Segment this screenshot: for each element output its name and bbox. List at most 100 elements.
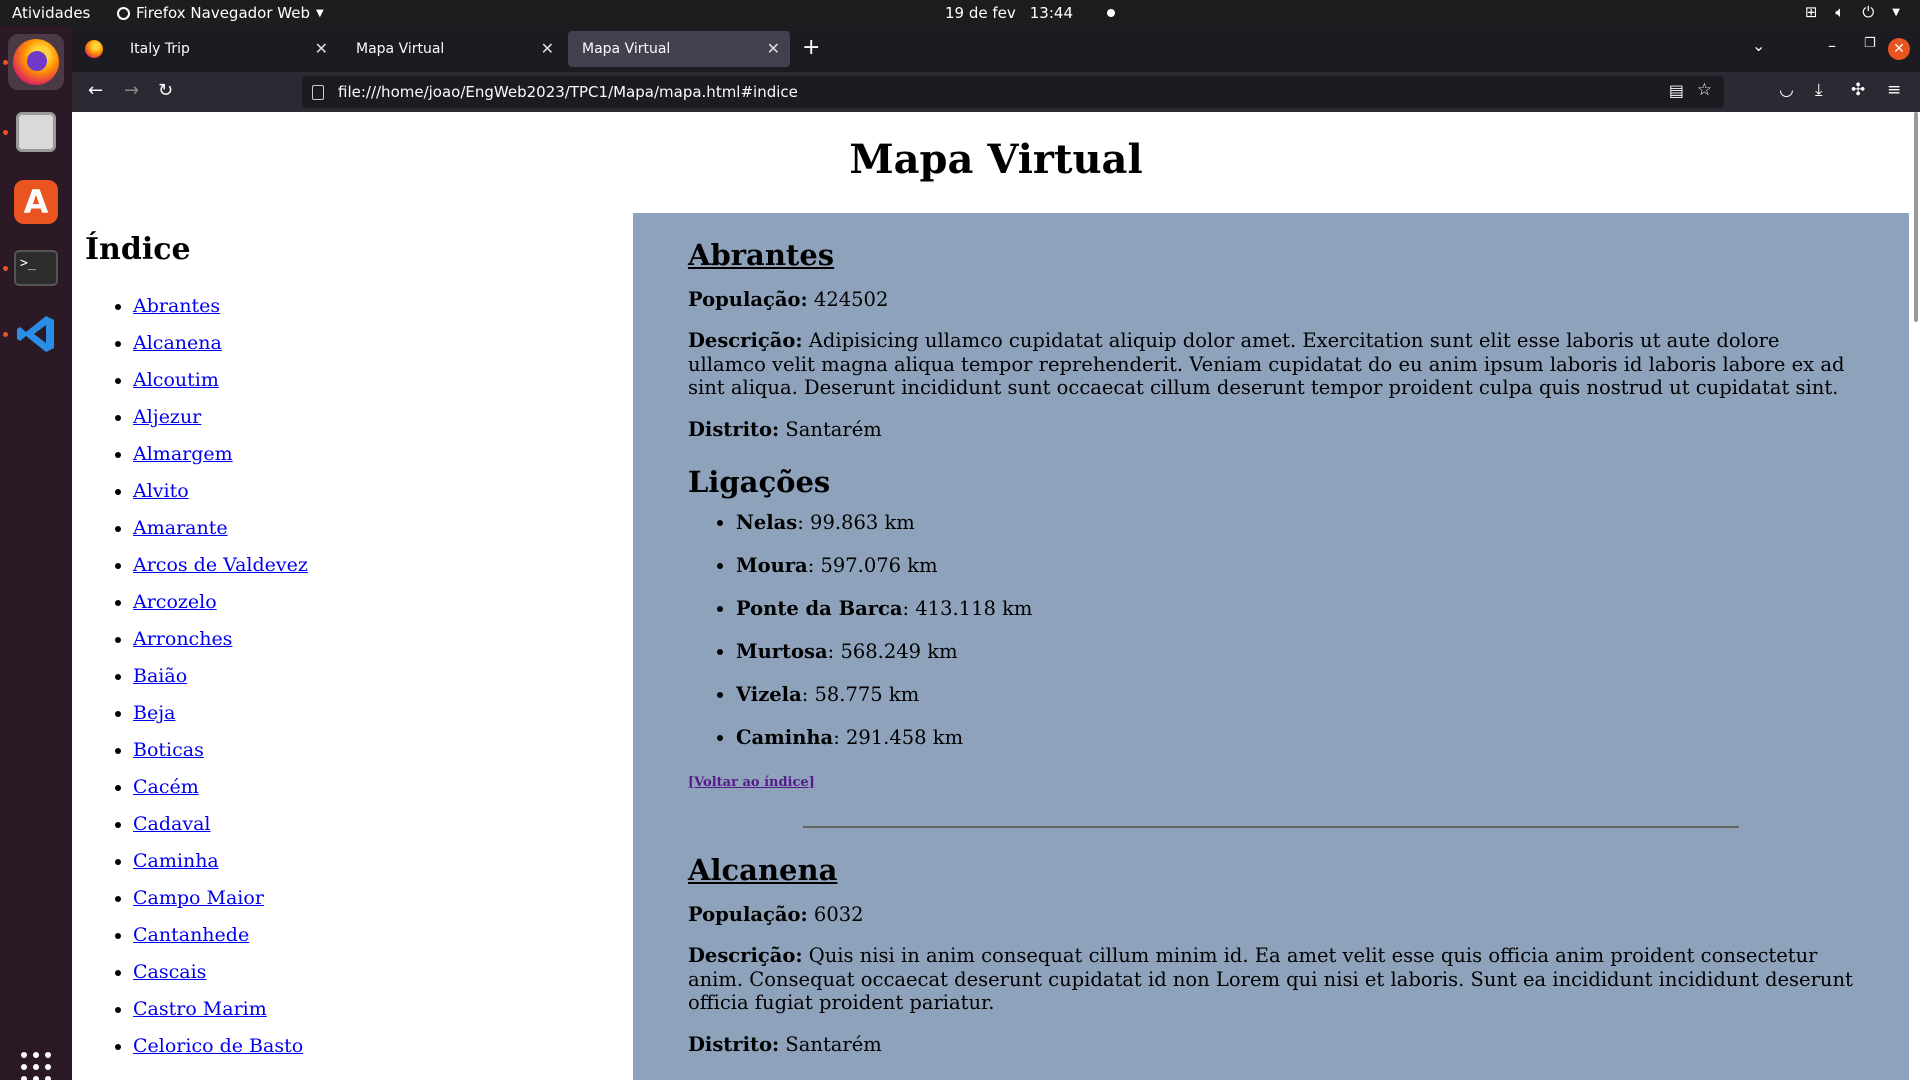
forward-icon[interactable]: → — [124, 80, 139, 101]
connection-distance: : 291.458 km — [833, 725, 964, 749]
index-link[interactable]: Castro Marim — [133, 998, 267, 1020]
reload-icon[interactable]: ↻ — [158, 80, 173, 101]
cities-content: Abrantes População: 424502 Descrição: Ad… — [633, 213, 1909, 1080]
back-to-index-link[interactable]: [Voltar ao índice] — [688, 775, 815, 790]
firefox-view-icon[interactable] — [85, 40, 103, 58]
connection-distance: : 568.249 km — [827, 639, 958, 663]
tab-italy-trip[interactable]: Italy Trip ✕ — [116, 31, 338, 67]
connection-distance: : 597.076 km — [807, 553, 938, 577]
description-label: Descrição: — [688, 944, 803, 968]
bookmark-star-icon[interactable]: ☆ — [1697, 80, 1712, 100]
city-population: População: 6032 — [688, 903, 1854, 926]
dock-terminal[interactable]: >_ — [8, 240, 64, 296]
index-link[interactable]: Cantanhede — [133, 924, 249, 946]
connection-item: Moura: 597.076 km — [736, 554, 1854, 597]
page-icon — [312, 84, 324, 100]
section-divider — [803, 825, 1739, 828]
dock-software[interactable]: A — [8, 174, 64, 230]
index-link[interactable]: Beja — [133, 702, 175, 724]
index-link[interactable]: Alcanena — [133, 332, 222, 354]
index-item: Arcozelo — [133, 591, 645, 628]
downloads-icon[interactable]: ⤓ — [1815, 80, 1823, 100]
index-link[interactable]: Arronches — [133, 628, 232, 650]
close-icon[interactable]: ✕ — [767, 39, 780, 58]
page-scrollbar[interactable] — [1914, 112, 1918, 322]
index-item: Aljezur — [133, 406, 645, 443]
index-link[interactable]: Amarante — [133, 517, 228, 539]
menu-icon[interactable]: ≡ — [1887, 80, 1901, 100]
url-text[interactable]: file:///home/joao/EngWeb2023/TPC1/Mapa/m… — [338, 83, 798, 101]
city-description: Descrição: Adipisicing ullamco cupidatat… — [688, 329, 1854, 399]
district-label: Distrito: — [688, 1032, 780, 1056]
index-link[interactable]: Boticas — [133, 739, 204, 761]
terminal-icon: >_ — [14, 250, 58, 286]
index-link[interactable]: Almargem — [133, 443, 233, 465]
population-value: 6032 — [813, 902, 864, 926]
index-link[interactable]: Cacém — [133, 776, 199, 798]
index-link[interactable]: Cascais — [133, 961, 206, 983]
dock-files[interactable] — [8, 104, 64, 160]
close-icon[interactable]: ✕ — [541, 39, 554, 58]
restore-icon[interactable]: ❐ — [1864, 36, 1876, 51]
district-value: Santarém — [785, 1032, 882, 1056]
tab-mapa-virtual-active[interactable]: Mapa Virtual ✕ — [568, 31, 790, 67]
index-link[interactable]: Caminha — [133, 850, 219, 872]
connection-destination: Nelas — [736, 510, 798, 534]
close-icon[interactable]: ✕ — [315, 39, 328, 58]
population-label: População: — [688, 902, 808, 926]
system-tray[interactable]: ⊞ 🔈︎ ⏻ ▼ — [1805, 3, 1900, 21]
index-link[interactable]: Alvito — [133, 480, 189, 502]
index-link[interactable]: Celorico de Basto — [133, 1035, 303, 1057]
index-item: Cadaval — [133, 813, 645, 850]
minimize-icon[interactable]: – — [1828, 36, 1836, 55]
new-tab-icon[interactable]: + — [802, 35, 820, 60]
index-item: Arcos de Valdevez — [133, 554, 645, 591]
index-link[interactable]: Alcoutim — [133, 369, 219, 391]
index-link[interactable]: Arcos de Valdevez — [133, 554, 308, 576]
index-link[interactable]: Arcozelo — [133, 591, 217, 613]
tab-mapa-virtual[interactable]: Mapa Virtual ✕ — [342, 31, 564, 67]
show-apps-icon[interactable] — [21, 1052, 51, 1082]
index-item: Abrantes — [133, 295, 645, 332]
files-icon — [16, 112, 56, 152]
city-population: População: 424502 — [688, 288, 1854, 311]
firefox-icon — [13, 39, 59, 85]
connection-destination: Vizela — [736, 682, 802, 706]
city-section: Abrantes População: 424502 Descrição: Ad… — [688, 238, 1854, 828]
app-menu[interactable]: Firefox Navegador Web ▼ — [117, 4, 324, 22]
tab-label: Mapa Virtual — [582, 41, 671, 57]
clock[interactable]: 19 de fev 13:44 — [945, 4, 1115, 22]
tab-label: Italy Trip — [130, 41, 190, 57]
window-close-icon[interactable]: ✕ — [1888, 38, 1910, 60]
dock-vscode[interactable] — [8, 306, 64, 362]
index-link[interactable]: Aljezur — [133, 406, 201, 428]
city-district: Distrito: Santarém — [688, 418, 1854, 441]
navigation-toolbar: ← → ↻ file:///home/joao/EngWeb2023/TPC1/… — [72, 72, 1920, 112]
dock-firefox[interactable] — [8, 34, 64, 90]
connection-item: Caminha: 291.458 km — [736, 726, 1854, 769]
index-link[interactable]: Cadaval — [133, 813, 211, 835]
index-item: Cantanhede — [133, 924, 645, 961]
index-link[interactable]: Campo Maior — [133, 887, 264, 909]
index-item: Castro Marim — [133, 998, 645, 1035]
city-name: Abrantes — [688, 238, 835, 272]
index-item: Amarante — [133, 517, 645, 554]
page-title: Mapa Virtual — [849, 136, 1143, 183]
url-bar[interactable]: file:///home/joao/EngWeb2023/TPC1/Mapa/m… — [302, 76, 1724, 108]
dock: A >_ — [0, 26, 72, 1082]
activities-button[interactable]: Atividades — [12, 4, 90, 22]
index-link[interactable]: Abrantes — [133, 295, 220, 317]
reader-view-icon[interactable]: ▤ — [1669, 81, 1684, 100]
back-icon[interactable]: ← — [88, 80, 103, 101]
index-item: Beja — [133, 702, 645, 739]
index-item: Arronches — [133, 628, 645, 665]
index-link[interactable]: Baião — [133, 665, 187, 687]
connection-destination: Ponte da Barca — [736, 596, 903, 620]
extensions-icon[interactable]: ✣ — [1851, 80, 1865, 100]
city-district: Distrito: Santarém — [688, 1033, 1854, 1056]
list-all-tabs-icon[interactable]: ⌄ — [1752, 36, 1765, 55]
tab-strip: Italy Trip ✕ Mapa Virtual ✕ Mapa Virtual… — [72, 26, 1920, 72]
pocket-icon[interactable]: ◡ — [1779, 80, 1794, 100]
population-label: População: — [688, 288, 808, 311]
index-section: Índice Abrantes Alcanena Alcoutim Aljezu… — [85, 232, 645, 1072]
